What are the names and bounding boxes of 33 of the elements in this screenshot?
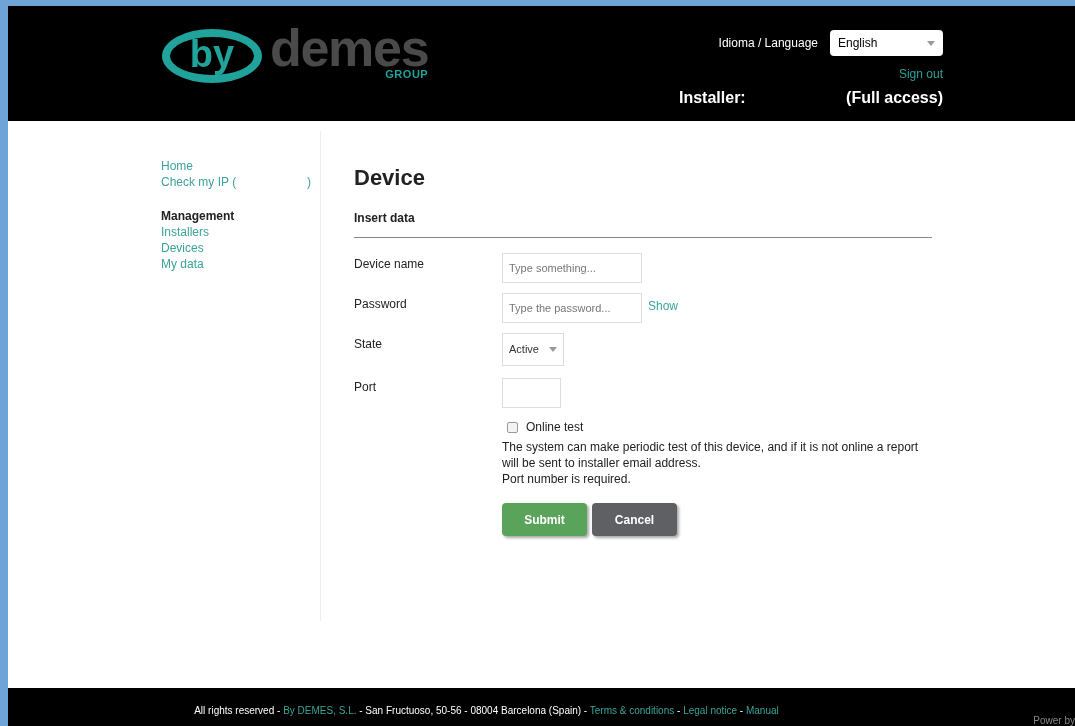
- field-label: Password: [354, 296, 408, 313]
- sign-out-link[interactable]: Sign out: [898, 65, 943, 83]
- checkbox[interactable]: [507, 421, 518, 433]
- footer-link[interactable]: Legal notice: [683, 705, 738, 716]
- user-role: Installer:: [679, 88, 746, 108]
- field-label: Port: [354, 379, 377, 396]
- password-field[interactable]: Type the password...: [502, 293, 642, 323]
- page-title: Device: [354, 167, 426, 189]
- checkbox-label[interactable]: Online test: [526, 418, 584, 436]
- powered-by-text: Power by: [1033, 714, 1075, 726]
- language-select[interactable]: English: [830, 30, 943, 56]
- footer-text: All rights reserved - By DEMES, S.L. - San Fructuoso, 50-56 - 08004 Barcelona (Spain) - Terms & conditions - Legal notice - Manual: [194, 704, 779, 718]
- validation-message: Port number is required.: [502, 471, 632, 487]
- help-text: The system can make periodic test of this device, and if it is not online a report will be sent to installer email address.: [502, 439, 920, 471]
- logo-subtitle: GROUP: [385, 67, 429, 82]
- footer-link[interactable]: Terms & conditions: [589, 705, 675, 716]
- logo-text: demes: [270, 28, 429, 68]
- sidebar-heading: Management: [161, 208, 236, 224]
- input-field[interactable]: Type something...: [502, 253, 642, 283]
- caret-icon: [927, 40, 935, 46]
- language-label: Idioma / Language: [718, 35, 818, 52]
- field-label: Device name: [354, 256, 426, 273]
- caret-icon: [549, 347, 557, 352]
- footer-link[interactable]: By DEMES, S.L.: [283, 705, 357, 716]
- section-heading: Insert data: [354, 211, 415, 225]
- sidebar-text: ): [307, 174, 311, 190]
- logo-mark: by: [162, 28, 262, 83]
- port-field[interactable]: [502, 378, 561, 408]
- state-select[interactable]: Active: [502, 333, 564, 366]
- cancel-button[interactable]: Cancel: [592, 503, 677, 536]
- field-label: State: [354, 336, 384, 353]
- footer-link[interactable]: Manual: [745, 705, 779, 716]
- access-level: (Full access): [846, 88, 943, 108]
